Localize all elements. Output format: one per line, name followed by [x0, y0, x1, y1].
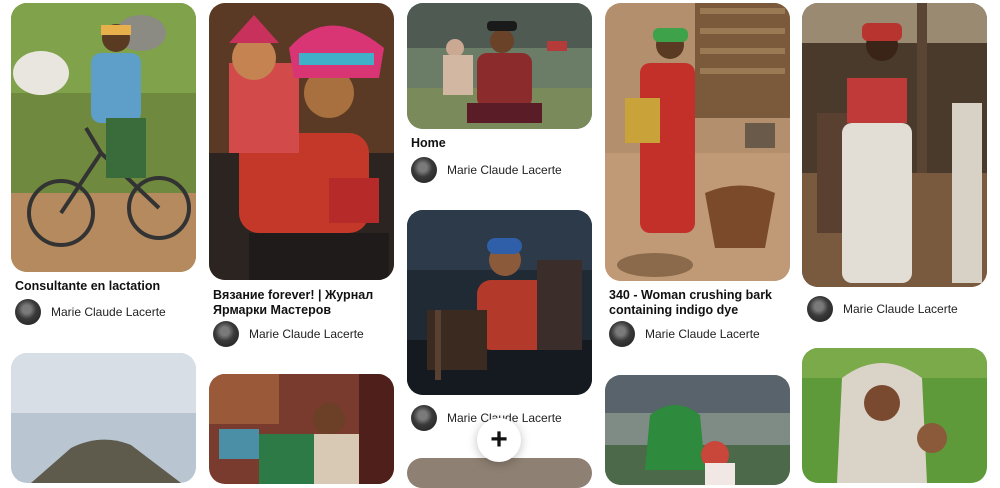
user-name: Marie Claude Lacerte — [249, 327, 364, 341]
create-button[interactable]: + — [477, 418, 521, 462]
pin-image-mountain[interactable] — [11, 353, 196, 483]
pin-title[interactable]: Consultante en lactation — [15, 279, 195, 294]
user-avatar-icon — [15, 299, 41, 325]
pin-title[interactable]: 340 - Woman crushing bark containing ind… — [609, 288, 789, 318]
pin-user[interactable]: Marie Claude Lacerte — [15, 299, 166, 325]
pin-user[interactable]: Marie Claude Lacerte — [411, 157, 562, 183]
pin-image-tea-field[interactable] — [802, 348, 987, 483]
pin-user[interactable]: Marie Claude Lacerte — [213, 321, 364, 347]
user-avatar-icon — [807, 296, 833, 322]
pin-user[interactable]: Marie Claude Lacerte — [807, 296, 958, 322]
pin-title[interactable]: Вязание forever! | Журнал Ярмарки Мастер… — [213, 288, 393, 318]
user-name: Marie Claude Lacerte — [843, 302, 958, 316]
pin-image-market[interactable] — [209, 374, 394, 484]
user-name: Marie Claude Lacerte — [645, 327, 760, 341]
pin-image-andean-woman[interactable] — [407, 3, 592, 129]
pin-image-crushing-bark[interactable] — [605, 3, 790, 281]
pin-image-well[interactable] — [802, 3, 987, 287]
user-avatar-icon — [609, 321, 635, 347]
pin-image-knitting-woman[interactable] — [209, 3, 394, 280]
pin-image-green-scarf[interactable] — [605, 375, 790, 485]
user-name: Marie Claude Lacerte — [447, 163, 562, 177]
user-name: Marie Claude Lacerte — [51, 305, 166, 319]
user-avatar-icon — [411, 157, 437, 183]
pin-user[interactable]: Marie Claude Lacerte — [609, 321, 760, 347]
plus-icon: + — [490, 423, 508, 456]
pin-image-bottom-partial[interactable] — [407, 458, 592, 488]
user-avatar-icon — [213, 321, 239, 347]
user-avatar-icon — [411, 405, 437, 431]
pin-title[interactable]: Home — [411, 136, 591, 151]
pin-image-cyclist[interactable] — [11, 3, 196, 272]
pin-image-weaver[interactable] — [407, 210, 592, 395]
